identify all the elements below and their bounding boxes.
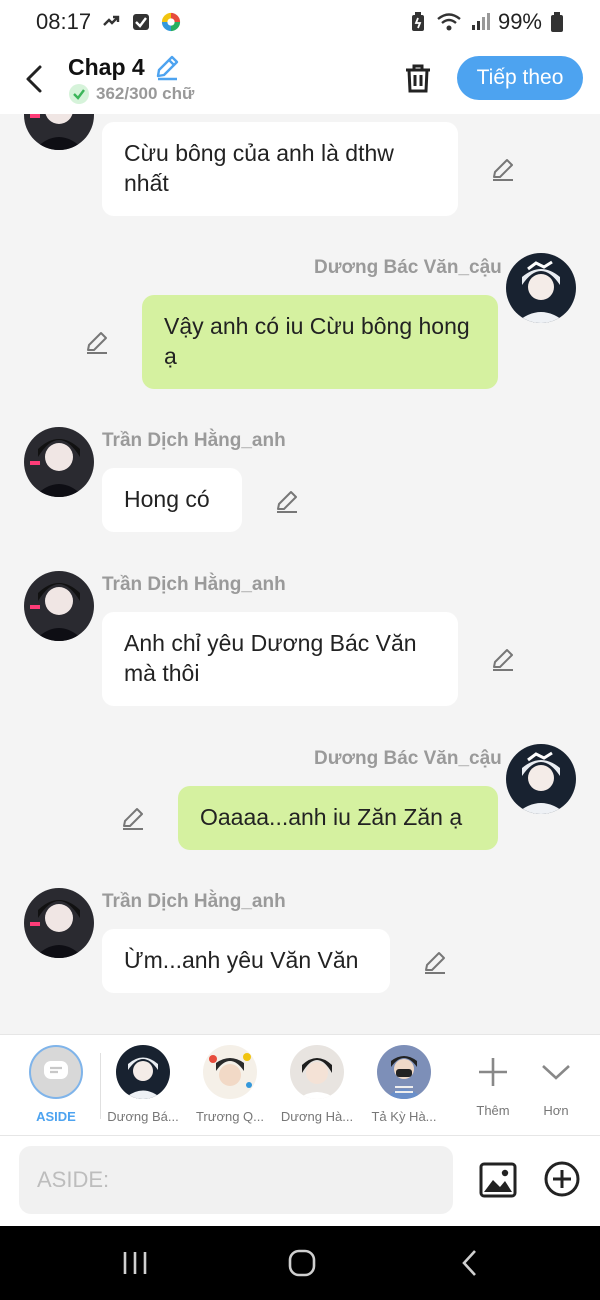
message-text: Vậy anh có iu Cừu bông hong ạ [164,313,470,369]
delete-button[interactable] [398,58,438,98]
add-icon-wrap [466,1045,520,1099]
back-button[interactable] [4,44,64,114]
message-input[interactable]: ASIDE: [19,1146,453,1214]
character-item[interactable]: Tả Kỳ Hà... [361,1045,447,1124]
call-forward-icon [101,12,121,32]
sender-avatar[interactable] [24,114,94,150]
message-bubble[interactable]: Cừu bông của anh là dthw nhất [102,122,458,216]
home-button[interactable] [272,1246,332,1280]
message-bubble[interactable]: Oaaaa...anh iu Zăn Zăn ạ [178,786,498,850]
header: Chap 4 362/300 chữ Tiếp theo [0,44,600,114]
sender-avatar[interactable] [24,888,94,958]
edit-title-button[interactable] [153,53,181,81]
page-title: Chap 4 [68,53,145,80]
system-nav-bar [0,1226,600,1300]
check-circle-icon [69,84,89,104]
avatar [116,1045,170,1099]
sender-avatar[interactable] [24,571,94,641]
app-logo-icon [161,12,181,32]
message-bubble[interactable]: Anh chỉ yêu Dương Bác Văn mà thôi [102,612,458,706]
message-text: Oaaaa...anh iu Zăn Zăn ạ [200,804,463,830]
avatar [203,1045,257,1099]
more-label: Hơn [543,1103,569,1118]
message-text: Ừm...anh yêu Văn Văn [124,947,359,973]
avatar [290,1045,344,1099]
edit-message-icon[interactable] [490,156,516,182]
sender-name: Trần Dịch Hằng_anh [102,430,286,451]
character-item[interactable]: Dương Hà... [274,1045,360,1124]
edit-message-icon[interactable] [490,646,516,672]
title-block: Chap 4 362/300 chữ [68,53,194,105]
message-bubble[interactable]: Hong có [102,468,242,532]
sender-name: Dương Bác Văn_cậu [314,748,502,769]
wifi-icon [436,12,462,32]
character-bar: ASIDE Dương Bá... Trương Q... Dương Hà..… [0,1034,600,1136]
screen: 08:17 99% Chap 4 362/300 chữ Tiếp theo C… [0,0,600,1300]
input-row: ASIDE: [0,1136,600,1226]
character-item[interactable]: Dương Bá... [100,1045,186,1124]
message-bubble[interactable]: Ừm...anh yêu Văn Văn [102,929,390,993]
nav-back-button[interactable] [440,1246,500,1280]
signal-icon [470,12,490,32]
sender-name: Dương Bác Văn_cậu [314,257,502,278]
character-label: Tả Kỳ Hà... [371,1109,437,1124]
chat-bubble-icon [44,1061,68,1079]
recents-icon [123,1252,147,1274]
edit-message-icon[interactable] [422,949,448,975]
plus-circle-icon[interactable] [543,1160,581,1198]
back-icon [462,1250,476,1276]
sender-avatar[interactable] [24,427,94,497]
recents-button[interactable] [105,1246,165,1280]
word-count: 362/300 chữ [96,84,195,103]
trash-icon [406,64,430,93]
message-text: Anh chỉ yêu Dương Bác Văn mà thôi [124,630,417,686]
character-label: Dương Hà... [280,1109,354,1124]
edit-message-icon[interactable] [120,805,146,831]
character-label: Dương Bá... [107,1109,179,1124]
word-count-row: 362/300 chữ [68,83,194,105]
back-arrow-icon [26,65,42,93]
edit-message-icon[interactable] [274,488,300,514]
status-bar: 08:17 99% [0,0,600,44]
status-left: 08:17 [36,9,181,35]
avatar [377,1045,431,1099]
aside-label: ASIDE [36,1109,76,1124]
sender-avatar[interactable] [506,744,576,814]
edit-message-icon[interactable] [84,329,110,355]
sender-avatar[interactable] [506,253,576,323]
more-icon-wrap [529,1045,583,1099]
chevron-down-icon [542,1065,570,1080]
status-time: 08:17 [36,9,92,34]
home-icon [288,1249,316,1277]
title-row: Chap 4 [68,53,194,81]
aside-avatar [29,1045,83,1099]
checkbox-icon [131,12,151,32]
battery-percent: 99% [497,9,542,34]
sender-name: Trần Dịch Hằng_anh [102,574,286,595]
image-icon[interactable] [478,1160,518,1200]
character-aside[interactable]: ASIDE [13,1045,99,1124]
status-right: 99% [408,9,564,35]
character-item[interactable]: Trương Q... [187,1045,273,1124]
sender-name: Trần Dịch Hằng_anh [102,891,286,912]
next-button[interactable]: Tiếp theo [457,56,583,100]
message-text: Cừu bông của anh là dthw nhất [124,140,394,196]
chat-area: Cừu bông của anh là dthw nhất Dương Bác … [0,114,600,1034]
plus-icon [479,1058,507,1086]
message-text: Hong có [124,486,210,512]
battery-icon [550,12,564,32]
character-label: Trương Q... [195,1109,265,1124]
battery-saver-icon [408,12,428,32]
message-bubble[interactable]: Vậy anh có iu Cừu bông hong ạ [142,295,498,389]
pencil-icon [156,55,178,81]
more-button[interactable]: Hơn [513,1045,599,1118]
